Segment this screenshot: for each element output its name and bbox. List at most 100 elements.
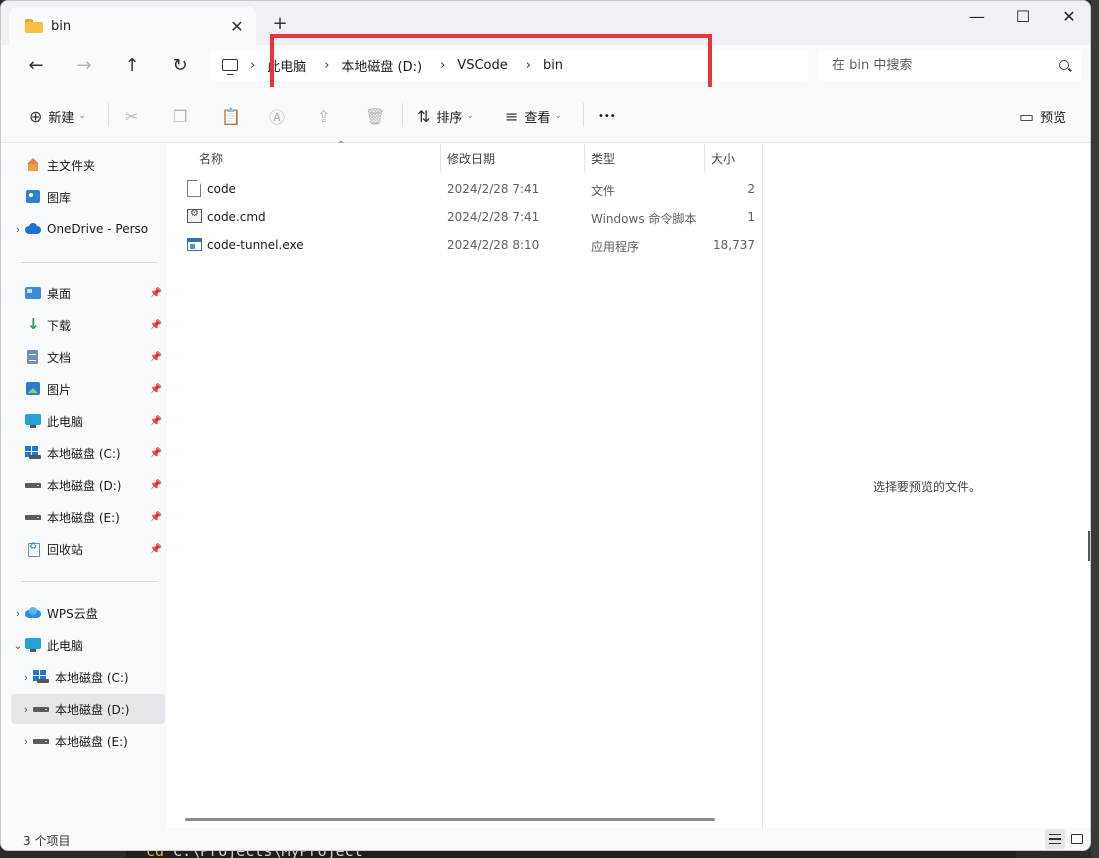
close-tab-icon[interactable]: ✕ <box>228 17 246 36</box>
new-label: 新建 <box>48 110 75 126</box>
back-button[interactable]: ← <box>22 53 50 79</box>
table-row[interactable]: code.cmd 2024/2/28 7:41 Windows 命令脚本 1 <box>181 203 761 231</box>
preview-label: 预览 <box>1040 110 1067 126</box>
sidebar-item-tree-drive-d[interactable]: › 本地磁盘 (D:) <box>11 694 165 724</box>
table-row[interactable]: code-tunnel.exe 2024/2/28 8:10 应用程序 18,7… <box>181 231 761 259</box>
tab-bin[interactable]: bin ✕ <box>9 7 256 45</box>
details-view-button[interactable] <box>1045 829 1065 849</box>
pin-icon[interactable]: 📌 <box>149 384 163 395</box>
column-header-name[interactable]: 名称 ⌃ <box>193 140 441 172</box>
chevron-right-icon[interactable]: › <box>11 223 25 236</box>
delete-button[interactable]: 🗑 <box>365 105 391 127</box>
sort-icon: ⇅ <box>417 106 431 126</box>
close-window-button[interactable]: ✕ <box>1049 5 1089 29</box>
search-icon[interactable] <box>1059 60 1069 70</box>
column-header-size[interactable]: 大小 <box>705 144 763 172</box>
pin-icon[interactable]: 📌 <box>149 480 163 491</box>
details-view-icon <box>1049 834 1061 844</box>
column-header-modified[interactable]: 修改日期 <box>441 144 585 172</box>
file-type: Windows 命令脚本 <box>591 212 697 226</box>
sidebar-item-documents[interactable]: 文档 📌 <box>11 342 165 372</box>
new-tab-button[interactable]: + <box>269 13 291 34</box>
sidebar-item-home[interactable]: 主文件夹 <box>11 150 165 180</box>
drive-c-icon <box>33 670 49 684</box>
column-label: 修改日期 <box>447 151 496 166</box>
breadcrumb-separator[interactable]: › <box>250 58 255 73</box>
paste-button[interactable]: 📋 <box>221 105 247 127</box>
sidebar-item-tree-drive-c[interactable]: › 本地磁盘 (C:) <box>11 662 165 692</box>
toolbar-divider <box>583 103 584 127</box>
new-button[interactable]: ⊕ 新建 ⌄ <box>29 105 86 127</box>
file-modified: 2024/2/28 7:41 <box>447 210 540 224</box>
maximize-button[interactable]: ☐ <box>1003 5 1043 29</box>
plus-circle-icon: ⊕ <box>29 106 43 126</box>
preview-pane-button[interactable]: ▭ 预览 <box>1019 105 1066 127</box>
gallery-icon <box>25 190 41 204</box>
pin-icon[interactable]: 📌 <box>149 416 163 427</box>
sidebar-item-label: 此电脑 <box>47 638 84 653</box>
sidebar-item-tree-drive-e[interactable]: › 本地磁盘 (E:) <box>11 726 165 756</box>
view-icon: ≡ <box>505 106 519 126</box>
home-icon <box>25 158 41 172</box>
sidebar-item-this-pc-tree[interactable]: ⌄ 此电脑 <box>11 630 165 660</box>
sidebar-item-gallery[interactable]: 图库 <box>11 182 165 212</box>
sidebar-item-label: 本地磁盘 (E:) <box>47 510 120 525</box>
column-header-type[interactable]: 类型 <box>585 144 705 172</box>
pin-icon[interactable]: 📌 <box>149 512 163 523</box>
pin-icon[interactable]: 📌 <box>149 544 163 555</box>
sidebar-item-this-pc[interactable]: 此电脑 📌 <box>11 406 165 436</box>
vertical-scrollbar[interactable] <box>1088 531 1090 561</box>
sidebar-item-drive-d[interactable]: 本地磁盘 (D:) 📌 <box>11 470 165 500</box>
sidebar-item-recycle-bin[interactable]: 回收站 📌 <box>11 534 165 564</box>
sidebar-item-onedrive[interactable]: › OneDrive - Perso <box>11 214 165 244</box>
sort-button[interactable]: ⇅ 排序 ⌄ <box>417 105 474 127</box>
rename-button[interactable]: Ⓐ <box>269 105 291 127</box>
up-button[interactable]: ↑ <box>118 53 146 79</box>
chevron-right-icon[interactable]: › <box>19 735 33 748</box>
copy-icon: ❐ <box>173 106 188 126</box>
command-bar: ⊕ 新建 ⌄ ✂ ❐ 📋 Ⓐ ⇪ 🗑 ⇅ 排序 ⌄ ≡ 查看 ⌄ ••• ▭ 预… <box>1 87 1090 143</box>
minimize-button[interactable]: — <box>957 5 997 29</box>
sidebar-item-drive-c[interactable]: 本地磁盘 (C:) 📌 <box>11 438 165 468</box>
sidebar-item-label: 此电脑 <box>47 414 84 429</box>
refresh-button[interactable]: ↻ <box>166 53 194 79</box>
chevron-right-icon[interactable]: › <box>11 607 25 620</box>
copy-button[interactable]: ❐ <box>173 105 193 127</box>
sidebar-item-drive-e[interactable]: 本地磁盘 (E:) 📌 <box>11 502 165 532</box>
chevron-right-icon[interactable]: › <box>19 671 33 684</box>
pin-icon[interactable]: 📌 <box>149 288 163 299</box>
paste-icon: 📋 <box>221 106 241 126</box>
forward-button[interactable]: → <box>70 53 98 79</box>
delete-icon: 🗑 <box>365 106 386 126</box>
cut-button[interactable]: ✂ <box>125 105 144 127</box>
table-row[interactable]: code 2024/2/28 7:41 文件 2 <box>181 175 761 203</box>
share-button[interactable]: ⇪ <box>317 105 336 127</box>
file-list-pane: 名称 ⌃ 修改日期 类型 大小 code 2024/2/28 7:41 文件 2… <box>167 140 763 828</box>
onedrive-icon <box>25 222 41 236</box>
drive-icon <box>33 734 49 748</box>
more-icon: ••• <box>598 110 616 122</box>
pin-icon[interactable]: 📌 <box>149 352 163 363</box>
search-box[interactable] <box>818 49 1081 81</box>
share-icon: ⇪ <box>317 106 331 126</box>
tiles-view-button[interactable] <box>1067 829 1087 849</box>
more-options-button[interactable]: ••• <box>598 105 616 127</box>
chevron-down-icon[interactable]: ⌄ <box>11 639 25 652</box>
sidebar-item-label: OneDrive - Perso <box>47 222 149 236</box>
horizontal-scrollbar[interactable] <box>185 818 715 821</box>
sidebar-item-downloads[interactable]: 下载 📌 <box>11 310 165 340</box>
pictures-icon <box>25 382 41 396</box>
search-input[interactable] <box>832 57 1059 73</box>
sidebar-item-pictures[interactable]: 图片 📌 <box>11 374 165 404</box>
sidebar-item-wps-cloud[interactable]: › WPS云盘 <box>11 598 165 628</box>
file-explorer-window: bin ✕ + — ☐ ✕ ← → ↑ ↻ › 此电脑 › 本地磁盘 (D:) … <box>0 0 1091 851</box>
drive-icon <box>25 510 41 524</box>
sidebar-item-desktop[interactable]: 桌面 📌 <box>11 278 165 308</box>
chevron-right-icon[interactable]: › <box>19 703 33 716</box>
download-icon <box>25 315 41 333</box>
view-button[interactable]: ≡ 查看 ⌄ <box>505 105 562 127</box>
pin-icon[interactable]: 📌 <box>149 448 163 459</box>
pin-icon[interactable]: 📌 <box>149 320 163 331</box>
column-label: 大小 <box>711 151 736 166</box>
sidebar-item-label: 本地磁盘 (D:) <box>47 478 122 493</box>
